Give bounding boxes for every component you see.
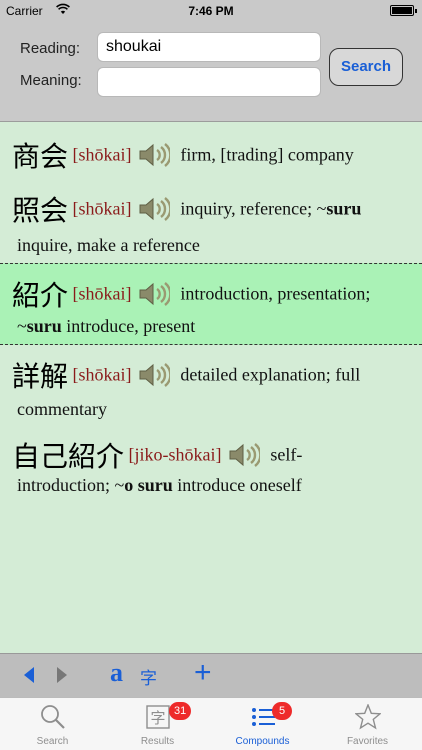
- reading-input[interactable]: shoukai: [97, 32, 321, 62]
- entry-definition-prefix: introduction; ~: [17, 475, 125, 495]
- kanji-toggle-button[interactable]: 字: [140, 664, 157, 689]
- battery-icon: [390, 5, 417, 16]
- entry-definition-line2: commentary: [17, 399, 107, 419]
- list-item[interactable]: 商会 [shōkai] firm, [trading] company: [0, 135, 422, 191]
- entry-definition-rest: introduce, present: [61, 316, 196, 336]
- entry-definition: inquiry, reference; ~: [180, 198, 327, 219]
- entry-definition: firm, [trading] company: [180, 144, 354, 165]
- speaker-icon[interactable]: [138, 362, 170, 388]
- entry-reading: [shōkai]: [72, 283, 132, 304]
- speaker-icon[interactable]: [228, 442, 260, 468]
- list-item[interactable]: 詳解 [shōkai] detailed explanation; full c…: [0, 355, 422, 427]
- status-bar: Carrier 7:46 PM: [0, 0, 422, 22]
- tab-favorites[interactable]: Favorites: [315, 698, 420, 750]
- entry-definition-bold: suru: [326, 198, 362, 219]
- results-badge: 31: [169, 702, 192, 720]
- entry-definition-bold: suru: [26, 316, 62, 336]
- kanji-box-glyph: 字: [150, 709, 165, 727]
- back-arrow-icon[interactable]: [22, 666, 36, 684]
- entry-definition-bold: o suru: [124, 475, 173, 495]
- entry-reading: [shōkai]: [72, 198, 132, 219]
- meaning-input[interactable]: [97, 67, 321, 97]
- tab-label: Compounds: [235, 736, 290, 747]
- entry-definition-line2: ~suru introduce, present: [17, 316, 195, 337]
- add-button[interactable]: +: [194, 656, 212, 690]
- entry-kanji: 自己紹介: [12, 440, 125, 473]
- compounds-badge: 5: [272, 702, 292, 720]
- entry-definition-rest: introduce oneself: [172, 475, 302, 495]
- speaker-icon[interactable]: [138, 281, 170, 307]
- tab-label: Results: [140, 736, 175, 747]
- search-header: Reading: shoukai Meaning: Search: [0, 22, 422, 122]
- results-list: 商会 [shōkai] firm, [trading] company 照会 […: [0, 123, 422, 653]
- forward-arrow-icon[interactable]: [55, 666, 69, 684]
- magnifier-icon: [41, 705, 65, 729]
- entry-reading: [jiko-shōkai]: [128, 444, 222, 465]
- tab-label: Search: [36, 736, 69, 747]
- meaning-label: Meaning:: [20, 72, 82, 89]
- entry-definition-prefix: ~: [17, 316, 27, 336]
- tab-compounds[interactable]: 5 Compounds: [210, 698, 315, 750]
- entry-kanji: 商会: [12, 140, 69, 173]
- list-item[interactable]: 照会 [shōkai] inquiry, reference; ~suru in…: [0, 189, 422, 259]
- entry-kanji: 紹介: [12, 279, 69, 312]
- list-item-selected[interactable]: 紹介 [shōkai] introduction, presentation; …: [0, 263, 422, 345]
- entry-definition-line2: inquire, make a reference: [17, 235, 200, 255]
- entry-kanji: 照会: [12, 194, 69, 227]
- entry-definition-line2: introduction; ~o suru introduce oneself: [17, 475, 302, 496]
- tab-results[interactable]: 字 31 Results: [105, 698, 210, 750]
- entry-definition: self-: [270, 444, 303, 465]
- entry-reading: [shōkai]: [72, 364, 132, 385]
- tab-bar: Search 字 31 Results 5 Compounds Favorite…: [0, 697, 422, 750]
- entry-definition: introduction, presentation;: [180, 283, 371, 304]
- reading-label: Reading:: [20, 40, 81, 57]
- tab-search[interactable]: Search: [0, 698, 105, 750]
- romaji-toggle-button[interactable]: a: [110, 658, 123, 688]
- kanji-box-icon: 字: [146, 705, 170, 729]
- entry-definition: detailed explanation; full: [180, 364, 361, 385]
- star-icon: [355, 704, 381, 730]
- tab-label: Favorites: [346, 736, 389, 747]
- entry-reading: [shōkai]: [72, 144, 132, 165]
- entry-kanji: 詳解: [12, 360, 69, 393]
- speaker-icon[interactable]: [138, 196, 170, 222]
- clock: 7:46 PM: [188, 4, 234, 18]
- search-button[interactable]: Search: [329, 48, 403, 86]
- speaker-icon[interactable]: [138, 142, 170, 168]
- bottom-toolbar: a 字 +: [0, 653, 422, 697]
- list-item[interactable]: 自己紹介 [jiko-shōkai] self- introduction; ~…: [0, 435, 422, 507]
